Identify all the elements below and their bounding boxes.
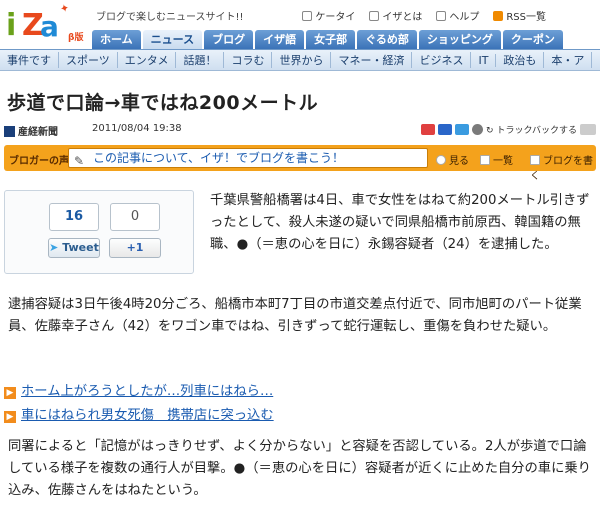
gear-icon [369,11,380,21]
article-date: 2011/08/04 19:38 [92,123,182,134]
cat-column[interactable]: コラむ [224,52,273,68]
main-tabs: ホーム ニュース ブログ イザ語 女子部 ぐるめ部 ショッピング クーポン [92,30,563,49]
site-logo[interactable]: i Z a ✦ β版 [4,1,90,48]
cat-wadai[interactable]: 話題！ [176,52,225,68]
cat-politics[interactable]: 政治も [496,52,545,68]
tab-home[interactable]: ホーム [92,30,141,49]
article-source[interactable]: 産経新聞 [4,123,58,138]
article-paragraph-2: 逮捕容疑は3日午後4時20分ごろ、船橋市本町7丁目の市道交差点付近で、同市旭町の… [8,297,582,334]
cat-books[interactable]: 本・ア [544,52,593,68]
link-rss[interactable]: RSS一覧 [493,8,546,23]
tweet-button[interactable]: ➤ Tweet [48,238,100,258]
site-header: i Z a ✦ β版 ブログで楽しむニュースサイト!! ケータイ イザとは ヘル… [0,0,600,50]
trackback-link[interactable]: ↻ トラックバックする [486,123,577,136]
phone-icon [302,11,313,21]
cat-sports[interactable]: スポーツ [59,52,118,68]
top-links: ケータイ イザとは ヘルプ RSS一覧 [302,8,546,23]
tab-blog[interactable]: ブログ [204,30,254,49]
logo-beta: β版 [68,33,84,43]
cat-jiken[interactable]: 事件です [0,52,59,68]
list-button[interactable]: 一覧 [480,152,513,167]
clip-icon[interactable] [455,124,470,135]
help-icon [436,11,447,21]
write-blog-button[interactable]: ブログを書く [530,152,596,182]
tab-gourmet[interactable]: ぐるめ部 [357,30,417,49]
logo-i: i [6,8,17,43]
rss-icon [493,11,504,21]
list-icon [480,155,490,165]
article-paragraph-3: 同署によると「記憶がはっきりせず、よく分からない」と容疑を否認している。2人が歩… [8,439,591,498]
tab-coupon[interactable]: クーポン [502,30,563,49]
related-link-1[interactable]: ▶ ホーム上がろうとしたが…列車にはねら… [4,380,273,399]
logo-spark-icon: ✦ [58,1,71,16]
cat-entame[interactable]: エンタメ [118,52,177,68]
logo-a: a [40,10,59,43]
related-link-2[interactable]: ▶ 車にはねられ男女死傷 携帯店に突っ込む [4,404,274,423]
arrow-right-icon: ▶ [4,411,16,423]
article-tools: ↻ トラックバックする [421,123,596,136]
tweet-count: 16 [49,203,99,231]
twitter-bird-icon: ➤ [49,241,59,254]
cat-business[interactable]: ビジネス [412,52,472,68]
pen-icon [530,155,540,165]
hatena-icon[interactable] [438,124,453,135]
cat-it[interactable]: IT [471,53,497,67]
sankei-logo-icon [4,126,15,137]
link-mobile[interactable]: ケータイ [302,8,355,23]
cat-money[interactable]: マネー・経済 [331,52,413,68]
tagline: ブログで楽しむニュースサイト!! [96,12,244,23]
article-title: 歩道で口論→車ではね200メートル [7,92,319,114]
pencil-icon: ✎ [74,154,85,168]
tab-izago[interactable]: イザ語 [255,30,305,49]
tab-joshibu[interactable]: 女子部 [306,30,356,49]
blogger-label: ブロガーの声 [9,156,69,167]
link-help[interactable]: ヘルプ [436,8,479,23]
link-about[interactable]: イザとは [369,8,422,23]
share-widget: 16 0 ➤ Tweet +1 [4,190,194,274]
bookmark-icon[interactable] [421,124,436,135]
print-icon[interactable] [580,124,596,135]
blogger-bar: ブロガーの声 ✎ この記事について、イザ！でブログを書こう！ 見る 一覧 ブログ… [4,145,596,182]
cat-world[interactable]: 世界から [272,52,332,68]
arrow-right-icon: ▶ [4,387,16,399]
search-icon[interactable] [472,124,484,135]
view-icon [436,155,446,165]
tab-news[interactable]: ニュース [142,30,203,49]
write-blog-prompt[interactable]: ✎ この記事について、イザ！でブログを書こう！ [68,148,428,168]
plusone-count: 0 [110,203,160,231]
tab-shopping[interactable]: ショッピング [418,30,501,49]
view-button[interactable]: 見る [436,152,469,167]
article-paragraph-1: 千葉県警船橋署は4日、車で女性をはねて約200メートル引きずったとして、殺人未遂… [210,193,590,252]
plusone-button[interactable]: +1 [109,238,161,258]
article-meta: 産経新聞 2011/08/04 19:38 ↻ トラックバックする [4,123,596,138]
category-nav: 事件です スポーツ エンタメ 話題！ コラむ 世界から マネー・経済 ビジネス … [0,49,600,71]
